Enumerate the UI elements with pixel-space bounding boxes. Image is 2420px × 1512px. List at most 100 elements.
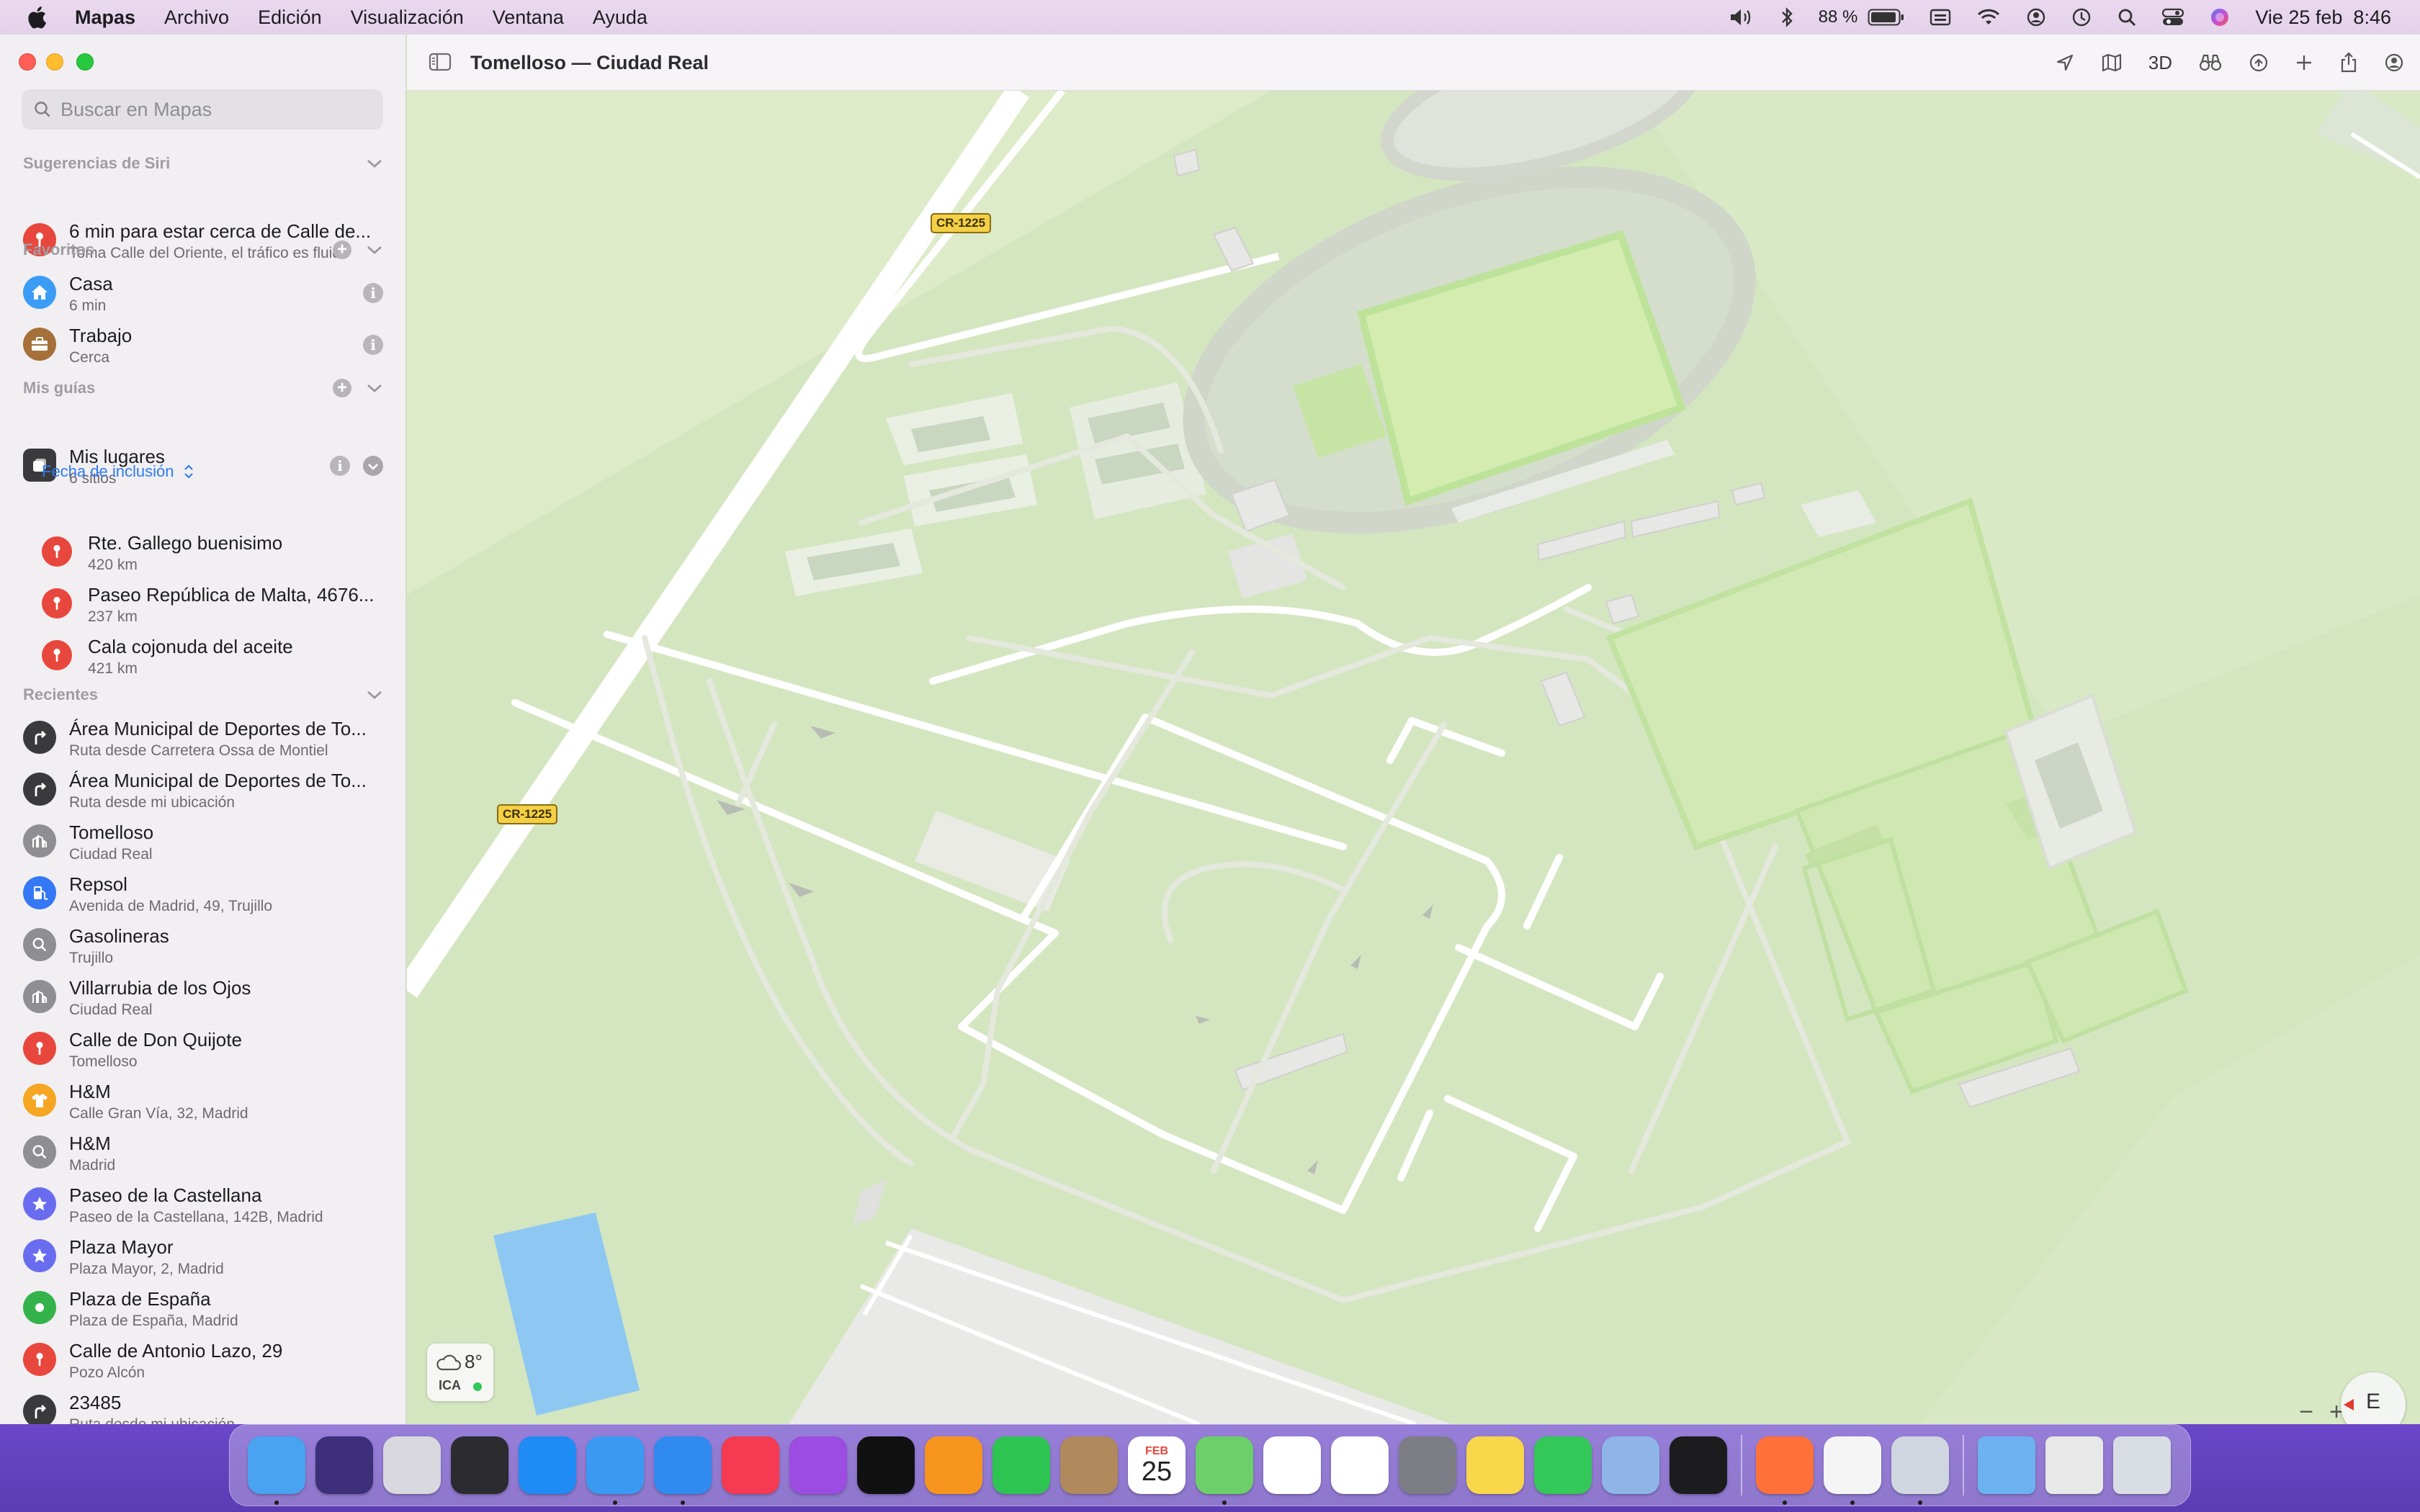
recent-item[interactable]: Repsol Avenida de Madrid, 49, Trujillo xyxy=(0,868,405,918)
dock-photos[interactable] xyxy=(1258,1431,1326,1499)
sidebar-toggle-icon[interactable] xyxy=(429,52,452,72)
dock-facetime[interactable] xyxy=(987,1431,1055,1499)
chevron-down-icon[interactable] xyxy=(366,157,383,170)
add-guide-button[interactable]: + xyxy=(333,379,351,397)
chevron-down-icon[interactable] xyxy=(366,243,383,256)
recent-item[interactable]: Gasolineras Trujillo xyxy=(0,919,405,970)
dock-mission-control[interactable] xyxy=(446,1431,514,1499)
chevron-down-icon[interactable] xyxy=(366,382,383,395)
sort-by-date-toggle[interactable]: Fecha de inclusión xyxy=(42,462,194,481)
map-mode-icon[interactable] xyxy=(2101,53,2123,73)
window-minimize-button[interactable] xyxy=(46,53,63,71)
dock-virtual-machine[interactable] xyxy=(1597,1431,1664,1499)
recent-item[interactable]: H&M Calle Gran Vía, 32, Madrid xyxy=(0,1075,405,1125)
chevron-down-icon[interactable] xyxy=(366,688,383,701)
dock-separator xyxy=(1741,1435,1742,1495)
recent-item[interactable]: Tomelloso Ciudad Real xyxy=(0,816,405,866)
add-favorite-button[interactable]: + xyxy=(333,240,351,259)
dock-maps[interactable] xyxy=(1191,1431,1258,1505)
add-icon[interactable] xyxy=(2295,53,2313,72)
dock-app-store[interactable] xyxy=(514,1431,581,1499)
siri-suggestions-header[interactable]: Sugerencias de Siri xyxy=(23,154,383,176)
control-center-icon[interactable] xyxy=(2161,7,2184,27)
shirt-icon xyxy=(23,1084,56,1117)
dock-music[interactable] xyxy=(717,1431,784,1499)
dock-documents[interactable] xyxy=(2040,1431,2108,1499)
dock-terminal[interactable] xyxy=(1664,1431,1732,1499)
dock-finder[interactable] xyxy=(243,1431,310,1505)
search-input[interactable] xyxy=(60,98,363,121)
dock-messages[interactable] xyxy=(1529,1431,1597,1499)
recent-item[interactable]: Plaza de España Plaza de España, Madrid xyxy=(0,1282,405,1333)
time-machine-icon[interactable] xyxy=(2071,6,2092,28)
dock-firefox[interactable] xyxy=(1751,1431,1819,1505)
collapse-chevron-icon[interactable] xyxy=(363,456,383,476)
dock-launchpad[interactable] xyxy=(378,1431,446,1499)
dock-calendar[interactable]: FEB 25 xyxy=(1123,1431,1191,1499)
share-eta-icon[interactable] xyxy=(2249,53,2269,73)
volume-icon[interactable] xyxy=(1729,7,1755,27)
dock-reminders[interactable] xyxy=(1326,1431,1394,1499)
window-zoom-button[interactable] xyxy=(76,53,94,71)
dock-notes[interactable] xyxy=(1461,1431,1529,1499)
menu-ventana[interactable]: Ventana xyxy=(493,6,564,29)
dock-preview[interactable] xyxy=(1886,1431,1954,1505)
apple-menu-icon[interactable] xyxy=(26,6,48,29)
recent-item[interactable]: Paseo de la Castellana Paseo de la Castel… xyxy=(0,1179,405,1229)
menu-clock[interactable]: Vie 25 feb 8:46 xyxy=(2255,6,2391,29)
map-canvas[interactable]: CR-1225 CR-1225 8° ICA − + E xyxy=(407,91,2420,1424)
info-icon[interactable]: i xyxy=(363,335,383,355)
favorite-casa[interactable]: Casa 6 min i xyxy=(0,267,405,318)
dock-downloads[interactable] xyxy=(1973,1431,2040,1499)
favorites-header[interactable]: Favoritos + xyxy=(23,240,383,262)
dock-safari[interactable] xyxy=(649,1431,717,1505)
siri-icon[interactable] xyxy=(2209,6,2231,28)
recents-header[interactable]: Recientes xyxy=(23,685,383,707)
dock-tv[interactable] xyxy=(852,1431,920,1499)
recent-item[interactable]: 23485 Ruta desde mi ubicación xyxy=(0,1386,405,1424)
menu-edicion[interactable]: Edición xyxy=(258,6,322,29)
menu-archivo[interactable]: Archivo xyxy=(164,6,229,29)
info-icon[interactable]: i xyxy=(330,456,350,476)
recent-item[interactable]: Plaza Mayor Plaza Mayor, 2, Madrid xyxy=(0,1230,405,1281)
search-field[interactable] xyxy=(22,89,383,130)
guide-place-row[interactable]: Cala cojonuda del aceite 421 km xyxy=(0,630,405,680)
recent-item[interactable]: Villarrubia de los Ojos Ciudad Real xyxy=(0,971,405,1022)
dock-mail[interactable] xyxy=(581,1431,649,1505)
zoom-out-button[interactable]: − xyxy=(2299,1398,2313,1424)
dock-trash[interactable] xyxy=(2108,1431,2176,1499)
dock-books[interactable] xyxy=(920,1431,987,1499)
menu-ayuda[interactable]: Ayuda xyxy=(593,6,647,29)
user-account-icon[interactable] xyxy=(2026,7,2046,27)
recent-item[interactable]: Calle de Don Quijote Tomelloso xyxy=(0,1023,405,1074)
menu-bar: Mapas Archivo Edición Visualización Vent… xyxy=(0,0,2420,35)
guide-place-row[interactable]: Rte. Gallego buenisimo 420 km xyxy=(0,526,405,577)
dock-contacts[interactable] xyxy=(1055,1431,1123,1499)
current-location-icon[interactable] xyxy=(2055,53,2075,73)
3d-toggle-button[interactable]: 3D xyxy=(2148,52,2172,74)
guides-header[interactable]: Mis guías + xyxy=(23,379,383,400)
favorite-trabajo[interactable]: Trabajo Cerca i xyxy=(0,319,405,369)
guide-place-row[interactable]: Paseo República de Malta, 4676... 237 km xyxy=(0,578,405,629)
dock-podcasts[interactable] xyxy=(784,1431,852,1499)
battery-icon[interactable] xyxy=(1868,8,1905,27)
account-icon[interactable] xyxy=(2384,53,2404,73)
recent-item[interactable]: Calle de Antonio Lazo, 29 Pozo Alcón xyxy=(0,1334,405,1385)
window-close-button[interactable] xyxy=(19,53,36,71)
dock-siri[interactable] xyxy=(310,1431,378,1499)
info-icon[interactable]: i xyxy=(363,283,383,303)
bluetooth-icon[interactable] xyxy=(1780,6,1794,28)
weather-widget[interactable]: 8° ICA xyxy=(427,1344,493,1401)
recent-item[interactable]: Área Municipal de Deportes de To... Ruta … xyxy=(0,764,405,814)
dock-system-preferences[interactable] xyxy=(1394,1431,1461,1499)
spotlight-search-icon[interactable] xyxy=(2117,7,2137,27)
wifi-icon[interactable] xyxy=(1976,7,2002,27)
look-around-binoculars-icon[interactable] xyxy=(2198,53,2223,73)
menu-app-name[interactable]: Mapas xyxy=(75,6,135,29)
recent-item[interactable]: H&M Madrid xyxy=(0,1127,405,1177)
keyboard-input-icon[interactable] xyxy=(1930,8,1951,27)
menu-visualizacion[interactable]: Visualización xyxy=(351,6,464,29)
dock-textedit[interactable] xyxy=(1819,1431,1886,1505)
recent-item[interactable]: Área Municipal de Deportes de To... Ruta … xyxy=(0,712,405,762)
share-icon[interactable] xyxy=(2339,52,2358,73)
